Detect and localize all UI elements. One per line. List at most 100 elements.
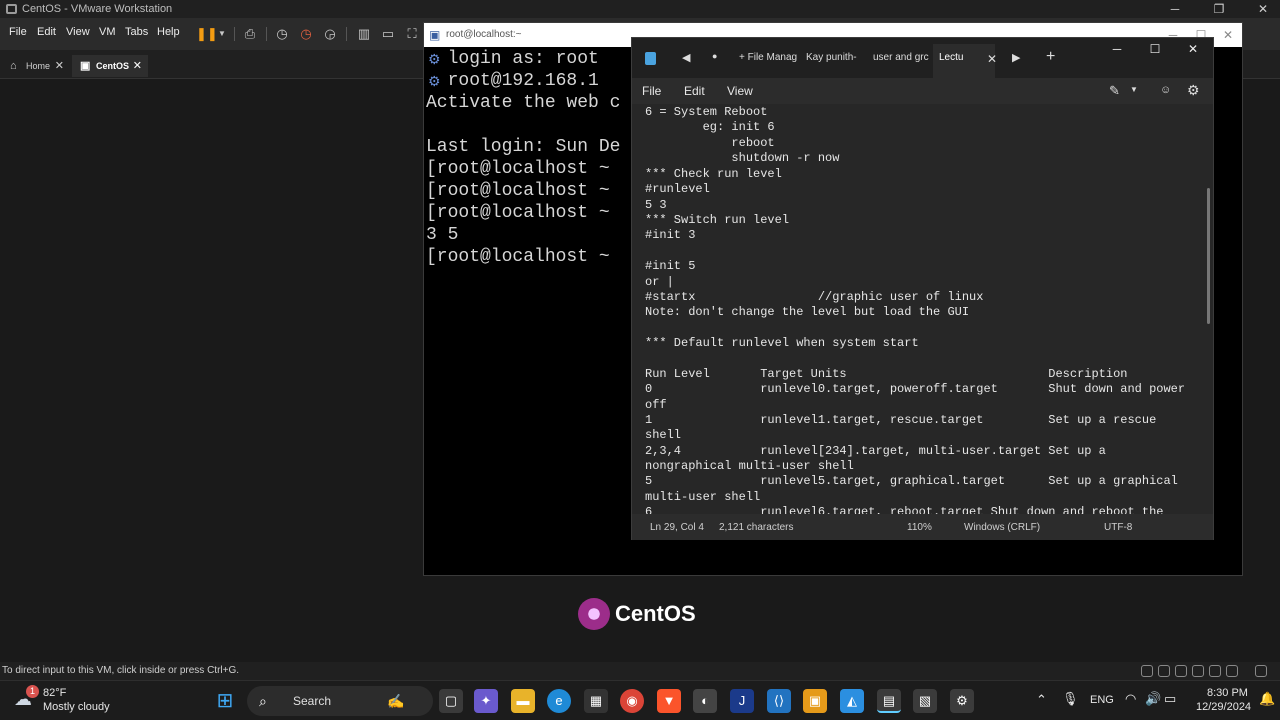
send-ctrl-alt-del-icon[interactable]: ⎙	[242, 26, 258, 42]
editor-line: Run Level Target Units Description	[645, 367, 1128, 381]
encoding[interactable]: UTF-8	[1104, 522, 1132, 533]
menu-file[interactable]: File	[642, 84, 661, 98]
editor-line: #startx //graphic user of linux	[645, 290, 984, 304]
task-view-icon[interactable]: ▢	[439, 689, 463, 713]
menu-vm[interactable]: VM	[99, 26, 116, 38]
app-icon[interactable]: ◭	[840, 689, 864, 713]
device-icon[interactable]	[1226, 665, 1238, 677]
minimize-button[interactable]: ─	[1102, 42, 1132, 56]
language-indicator[interactable]: ENG	[1090, 694, 1114, 706]
notepad-taskbar-icon[interactable]: ▤	[877, 689, 901, 713]
minimize-button[interactable]: ─	[1160, 0, 1190, 18]
new-tab-icon[interactable]: +	[1046, 48, 1055, 66]
close-button[interactable]: ✕	[1178, 42, 1208, 56]
menu-view[interactable]: View	[727, 84, 753, 98]
chrome-icon[interactable]: ◉	[620, 689, 644, 713]
app-icon[interactable]: ◐	[693, 689, 717, 713]
tab-file-manag[interactable]: + File Manag	[739, 52, 797, 63]
tab-lecture[interactable]: Lectu ✕	[933, 44, 997, 78]
wifi-icon[interactable]: ◠	[1125, 691, 1136, 707]
close-icon[interactable]: ✕	[133, 55, 142, 77]
notepad-editor[interactable]: 6 = System Reboot eg: init 6 reboot shut…	[632, 104, 1213, 514]
copilot-icon[interactable]: ✦	[474, 689, 498, 713]
device-icon[interactable]	[1209, 665, 1221, 677]
chevron-down-icon[interactable]: ▼	[1130, 85, 1138, 94]
menu-tabs[interactable]: Tabs	[125, 26, 148, 38]
editor-line: 6 = System Reboot	[645, 105, 768, 119]
close-icon[interactable]: ✕	[55, 55, 64, 77]
jetbrains-icon[interactable]: J	[730, 689, 754, 713]
vmware-icon[interactable]: ▣	[803, 689, 827, 713]
scroll-right-icon[interactable]: ▶	[1012, 51, 1020, 64]
menu-edit[interactable]: Edit	[37, 26, 56, 38]
close-button[interactable]: ✕	[1214, 23, 1242, 47]
menu-file[interactable]: File	[9, 26, 27, 38]
fullscreen-icon[interactable]: ⛶	[404, 26, 420, 42]
device-icon[interactable]	[1175, 665, 1187, 677]
file-explorer-icon[interactable]: ▬	[511, 689, 535, 713]
notification-icon[interactable]: 🔔	[1259, 691, 1275, 707]
editor-line: *** Switch run level	[645, 213, 790, 227]
editor-line: reboot	[645, 136, 775, 150]
microphone-icon[interactable]: 🎙	[1062, 691, 1079, 707]
close-icon[interactable]: ✕	[987, 52, 997, 66]
dot-icon: ●	[712, 51, 718, 61]
taskbar-search[interactable]: ⌕ Search ✍	[247, 686, 433, 716]
character-count: 2,121 characters	[719, 522, 794, 533]
tab-kay-punith[interactable]: Kay punith-	[806, 52, 857, 63]
clock-date[interactable]: 12/29/2024	[1196, 701, 1251, 713]
scroll-left-icon[interactable]: ◀	[682, 51, 690, 64]
tab-user-and-grc[interactable]: user and grc	[873, 52, 929, 63]
zoom-level[interactable]: 110%	[907, 522, 932, 533]
notepad-window[interactable]: ◀ ● + File Manag Kay punith- user and gr…	[631, 37, 1214, 540]
restore-button[interactable]: ❐	[1204, 0, 1234, 18]
revert-snapshot-icon[interactable]: ◷	[298, 26, 314, 42]
notepad-icon	[645, 52, 656, 65]
clock-time[interactable]: 8:30 PM	[1207, 687, 1248, 699]
account-icon[interactable]: ☺	[1160, 84, 1171, 96]
brave-icon[interactable]: ▼	[657, 689, 681, 713]
chevron-up-icon[interactable]: ⌃	[1036, 692, 1047, 708]
volume-icon[interactable]: 🔊	[1145, 691, 1161, 707]
app-icon[interactable]: ▧	[913, 689, 937, 713]
tab-centos[interactable]: ▣ CentOS ✕	[72, 55, 148, 77]
cursor-position: Ln 29, Col 4	[650, 522, 704, 533]
battery-icon[interactable]: ▭	[1164, 691, 1176, 707]
snapshot-manager-icon[interactable]: ◶	[322, 26, 338, 42]
menu-help[interactable]: Help	[157, 26, 180, 38]
terminal-line: [root@localhost ~	[426, 159, 610, 179]
editor-line: *** Check run level	[645, 167, 782, 181]
line-ending[interactable]: Windows (CRLF)	[964, 522, 1040, 533]
chevron-down-icon[interactable]: ▼	[214, 26, 230, 42]
putty-icon: ⚙	[428, 73, 441, 89]
device-icon[interactable]	[1192, 665, 1204, 677]
device-icon[interactable]	[1141, 665, 1153, 677]
editor-line: #init 3	[645, 228, 696, 242]
editor-line: shutdown -r now	[645, 151, 840, 165]
store-icon[interactable]: ▦	[584, 689, 608, 713]
vscode-icon[interactable]: ⟨⟩	[767, 689, 791, 713]
gear-icon[interactable]: ⚙	[1187, 82, 1200, 99]
snapshot-icon[interactable]: ◷	[274, 26, 290, 42]
single-window-icon[interactable]: ▭	[380, 26, 396, 42]
maximize-button[interactable]: ☐	[1140, 42, 1170, 56]
device-icon[interactable]	[1255, 665, 1267, 677]
weather-widget[interactable]: ☁ 1	[14, 685, 39, 711]
pause-icon[interactable]: ❚❚	[196, 26, 218, 42]
edge-icon[interactable]: e	[547, 689, 571, 713]
device-icon[interactable]	[1158, 665, 1170, 677]
terminal-line: login as: root	[426, 49, 599, 69]
search-icon: ⌕	[259, 693, 267, 709]
menu-edit[interactable]: Edit	[684, 84, 705, 98]
centos-wordmark: CentOS	[615, 601, 696, 626]
copilot-icon[interactable]: ✎	[1109, 83, 1120, 99]
windows-start-icon[interactable]: ⊞	[213, 689, 237, 713]
weather-badge: 1	[26, 685, 39, 698]
putty-taskbar-icon[interactable]: ⚙	[950, 689, 974, 713]
terminal-line: [root@localhost ~	[426, 181, 610, 201]
library-icon[interactable]: ▥	[356, 26, 372, 42]
tab-home[interactable]: ⌂ Home ✕	[2, 55, 70, 77]
menu-view[interactable]: View	[66, 26, 90, 38]
vertical-scrollbar[interactable]	[1207, 188, 1210, 324]
close-button[interactable]: ✕	[1248, 0, 1278, 18]
